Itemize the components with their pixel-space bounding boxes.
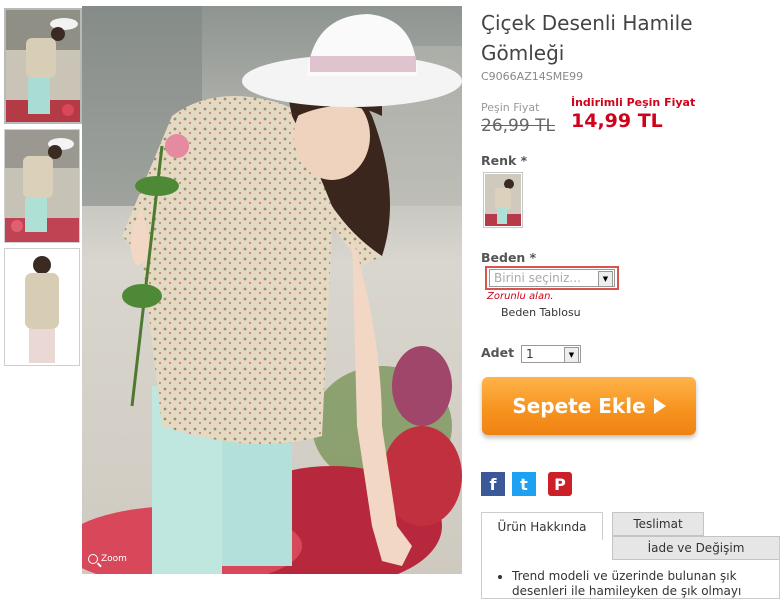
size-select[interactable]: Birini seçiniz... ▼ <box>489 269 615 287</box>
product-photo-illustration <box>82 6 462 574</box>
facebook-share-button[interactable]: f <box>481 472 505 496</box>
dropdown-arrow-icon: ▼ <box>564 347 579 363</box>
size-error-message: Zorunlu alan. <box>487 291 554 302</box>
facebook-icon: f <box>489 474 497 494</box>
list-item-continuation: desenleri ile hamileyken de şık olmayı <box>512 584 742 598</box>
add-to-cart-button[interactable]: Sepete Ekle <box>482 377 696 435</box>
product-title: Çiçek Desenli Hamile Gömleği <box>481 11 693 65</box>
main-product-image[interactable]: Zoom <box>82 6 462 574</box>
tab-delivery[interactable]: Teslimat <box>612 512 704 536</box>
discount-price: 14,99 TL <box>571 110 663 132</box>
size-chart-link[interactable]: Beden Tablosu <box>501 306 581 319</box>
list-item: Trend modeli ve üzerinde bulunan şık <box>512 569 769 584</box>
play-arrow-icon <box>653 398 666 414</box>
add-to-cart-label: Sepete Ekle <box>512 394 646 418</box>
twitter-share-button[interactable]: t <box>512 472 536 496</box>
quantity-value: 1 <box>526 347 534 361</box>
product-features-list: Trend modeli ve üzerinde bulunan şık des… <box>482 569 769 599</box>
zoom-hint[interactable]: Zoom <box>88 554 127 564</box>
product-sku: C9066AZ14SME99 <box>481 70 584 83</box>
size-select-value: Birini seçiniz... <box>494 271 581 285</box>
thumbnail-front-with-hat[interactable] <box>4 8 82 124</box>
old-price-label: Peşin Fiyat <box>481 101 540 114</box>
color-swatch[interactable] <box>483 172 523 228</box>
thumbnail-back-view[interactable] <box>4 248 80 366</box>
tab-product-info[interactable]: Ürün Hakkında <box>481 512 603 540</box>
twitter-icon: t <box>520 474 528 494</box>
pinterest-share-button[interactable]: P <box>548 472 572 496</box>
size-label: Beden * <box>481 250 537 265</box>
discount-price-label: İndirimli Peşin Fiyat <box>571 96 696 109</box>
thumbnail-front-flowers[interactable] <box>4 129 80 243</box>
zoom-label: Zoom <box>101 554 127 564</box>
color-label: Renk * <box>481 153 528 168</box>
size-select-wrapper: Birini seçiniz... ▼ <box>485 266 619 290</box>
old-price: 26,99 TL <box>481 116 555 136</box>
color-swatch-image <box>485 174 521 226</box>
quantity-select[interactable]: 1 ▼ <box>521 345 581 363</box>
dropdown-arrow-icon: ▼ <box>598 271 613 287</box>
tab-panel: Trend modeli ve üzerinde bulunan şık des… <box>481 539 780 599</box>
quantity-label: Adet <box>481 345 515 360</box>
zoom-icon <box>88 554 98 564</box>
pinterest-icon: P <box>554 474 566 494</box>
